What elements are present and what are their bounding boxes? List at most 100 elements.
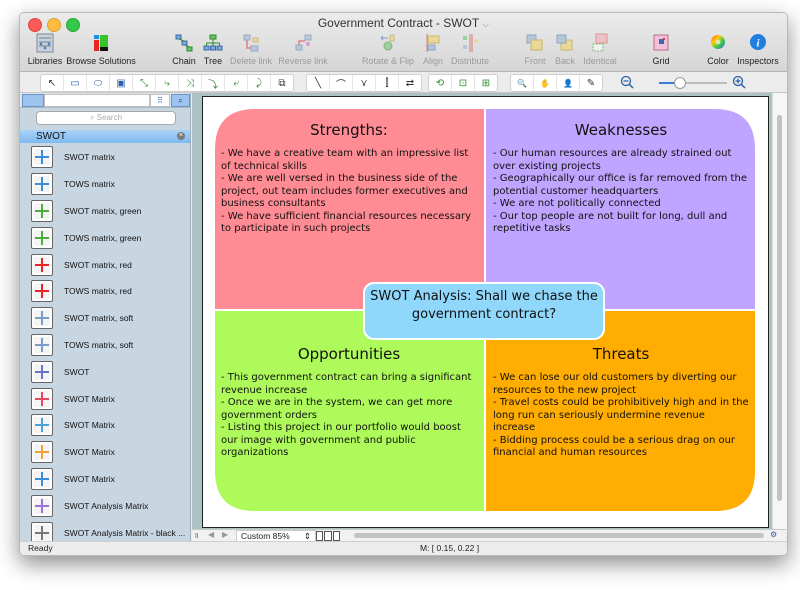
chain-button[interactable]: Chain [170, 33, 198, 69]
zoom-tool-icon[interactable]: 🔍 [511, 75, 534, 91]
identical-button[interactable]: Identical [581, 33, 619, 69]
library-item[interactable]: SWOT Matrix [20, 466, 190, 493]
library-item[interactable]: SWOT Matrix [20, 439, 190, 466]
vertical-scroll-thumb[interactable] [777, 115, 782, 501]
library-item[interactable]: SWOT Matrix [20, 412, 190, 439]
library-item[interactable]: TOWS matrix, soft [20, 332, 190, 359]
spline-tool[interactable]: ⫿ [376, 75, 399, 91]
libraries-button[interactable]: Libraries [25, 33, 65, 69]
zoom-out-icon[interactable] [620, 75, 634, 89]
strengths-list: - We have a creative team with an impres… [221, 148, 477, 236]
rectangle-tool[interactable]: ▭ [64, 75, 87, 91]
grid-button[interactable]: Grid [648, 33, 674, 69]
library-item[interactable]: SWOT matrix, green [20, 198, 190, 225]
library-item[interactable]: TOWS matrix, red [20, 278, 190, 305]
arc-tool[interactable]: ⌒ [330, 75, 353, 91]
library-item[interactable]: TOWS matrix, green [20, 224, 190, 251]
swot-template-thumbnail-icon [31, 226, 53, 249]
align-button[interactable]: Align [420, 33, 446, 69]
pause-icon[interactable]: ॥ [194, 530, 199, 541]
close-section-icon[interactable]: × [177, 132, 185, 140]
curve-connector-tool[interactable]: ⤸ [248, 75, 271, 91]
tree-button[interactable]: Tree [200, 33, 226, 69]
group-tool[interactable]: ⊡ [452, 75, 475, 91]
library-path-field[interactable] [44, 94, 150, 107]
pan-hand-icon[interactable]: ✋ [534, 75, 557, 91]
window-title[interactable]: Government Contract - SWOT ⌵ [20, 16, 787, 30]
identical-label: Identical [583, 56, 617, 66]
eyedropper-icon[interactable]: ✎ [580, 75, 602, 91]
strengths-quadrant[interactable]: Strengths: - We have a creative team wit… [215, 121, 483, 236]
rotate-shape-tool[interactable]: ⟲ [429, 75, 452, 91]
page-thumb-icon[interactable] [324, 531, 332, 541]
horizontal-scroll-thumb[interactable] [354, 533, 764, 538]
library-item[interactable]: SWOT matrix, soft [20, 305, 190, 332]
page-thumb-icon[interactable] [332, 531, 340, 541]
rotate-flip-button[interactable]: Rotate & Flip [360, 33, 416, 69]
insert-object-tool[interactable]: ⧉ [271, 75, 293, 91]
library-item[interactable]: SWOT matrix, red [20, 251, 190, 278]
reverse-link-button[interactable]: Reverse link [276, 33, 330, 69]
library-search-input[interactable]: ⌕ Search [36, 111, 176, 125]
color-button[interactable]: Color [705, 33, 731, 69]
swot-point: - Travel costs could be prohibitively hi… [493, 397, 749, 433]
inspectors-button[interactable]: i Inspectors [735, 33, 781, 69]
grid-view-icon[interactable]: ⠿ [150, 94, 170, 107]
front-button[interactable]: Front [522, 33, 548, 69]
library-item[interactable]: SWOT Analysis Matrix [20, 492, 190, 519]
select-tool[interactable]: ↖ [41, 75, 64, 91]
library-item-label: SWOT Analysis Matrix [64, 500, 149, 511]
browse-solutions-button[interactable]: Browse Solutions [66, 33, 136, 69]
search-toggle-icon[interactable]: ⌕ [171, 94, 190, 107]
back-button[interactable]: Back [552, 33, 578, 69]
ellipse-tool[interactable]: ⬭ [87, 75, 110, 91]
library-item[interactable]: SWOT Matrix [20, 385, 190, 412]
opportunities-quadrant[interactable]: Opportunities - This government contract… [215, 345, 483, 460]
titlebar: Government Contract - SWOT ⌵ Libraries B… [20, 13, 787, 72]
library-item[interactable]: SWOT matrix [20, 144, 190, 171]
drawing-page[interactable]: Strengths: - We have a creative team wit… [202, 96, 769, 528]
strengths-title: Strengths: [310, 121, 388, 139]
swot-template-thumbnail-icon [31, 467, 53, 490]
library-item[interactable]: TOWS matrix [20, 171, 190, 198]
page-thumb-icon[interactable] [316, 531, 324, 541]
arc-connector-tool[interactable]: ⤷ [156, 75, 179, 91]
freehand-tool[interactable]: ⇄ [399, 75, 421, 91]
distribute-button[interactable]: Distribute [448, 33, 492, 69]
line-tool[interactable]: ╲ [307, 75, 330, 91]
bezier-connector-tool[interactable]: ⤨ [179, 75, 202, 91]
line-tools-group: ╲ ⌒ ⋎ ⫿ ⇄ [306, 74, 422, 92]
ungroup-tool[interactable]: ⊞ [475, 75, 497, 91]
library-section-swot[interactable]: SWOT × [20, 130, 190, 143]
round-connector-tool[interactable]: ⤶ [225, 75, 248, 91]
view-tools-group: 🔍 ✋ 👤 ✎ [510, 74, 603, 92]
app-window: Government Contract - SWOT ⌵ Libraries B… [19, 12, 788, 556]
zoom-in-icon[interactable] [732, 75, 746, 89]
vertical-scrollbar[interactable] [772, 93, 787, 529]
stamp-icon[interactable]: 👤 [557, 75, 580, 91]
threats-quadrant[interactable]: Threats - We can lose our old customers … [487, 345, 755, 460]
page-settings-icon[interactable]: ⚙ [770, 530, 777, 539]
weaknesses-quadrant[interactable]: Weaknesses - Our human resources are alr… [487, 121, 755, 236]
weaknesses-title: Weaknesses [574, 121, 668, 139]
swot-template-thumbnail-icon [31, 333, 53, 356]
library-item-label: SWOT Matrix [64, 473, 115, 484]
swot-point: - We have sufficient financial resources… [221, 210, 472, 235]
central-question-box[interactable]: SWOT Analysis: Shall we chase the govern… [363, 282, 605, 340]
next-page-icon[interactable]: ▶ [222, 530, 228, 539]
text-box-tool[interactable]: ▣ [110, 75, 133, 91]
smart-connector-tool[interactable]: ⤵ [202, 75, 225, 91]
library-item[interactable]: SWOT [20, 358, 190, 385]
library-tree-toggle-icon[interactable] [22, 94, 44, 107]
direct-connector-tool[interactable]: ⤡ [133, 75, 156, 91]
delete-link-icon [243, 34, 259, 52]
zoom-slider[interactable] [659, 77, 727, 89]
identical-icon [592, 33, 608, 52]
canvas-area[interactable]: Strengths: - We have a creative team wit… [192, 93, 772, 529]
align-icon [426, 34, 440, 52]
zoom-slider-knob[interactable] [674, 77, 687, 89]
bezier-tool[interactable]: ⋎ [353, 75, 376, 91]
swot-template-thumbnail-icon [31, 387, 53, 410]
previous-page-icon[interactable]: ◀ [208, 530, 214, 539]
delete-link-button[interactable]: Delete link [229, 33, 273, 69]
